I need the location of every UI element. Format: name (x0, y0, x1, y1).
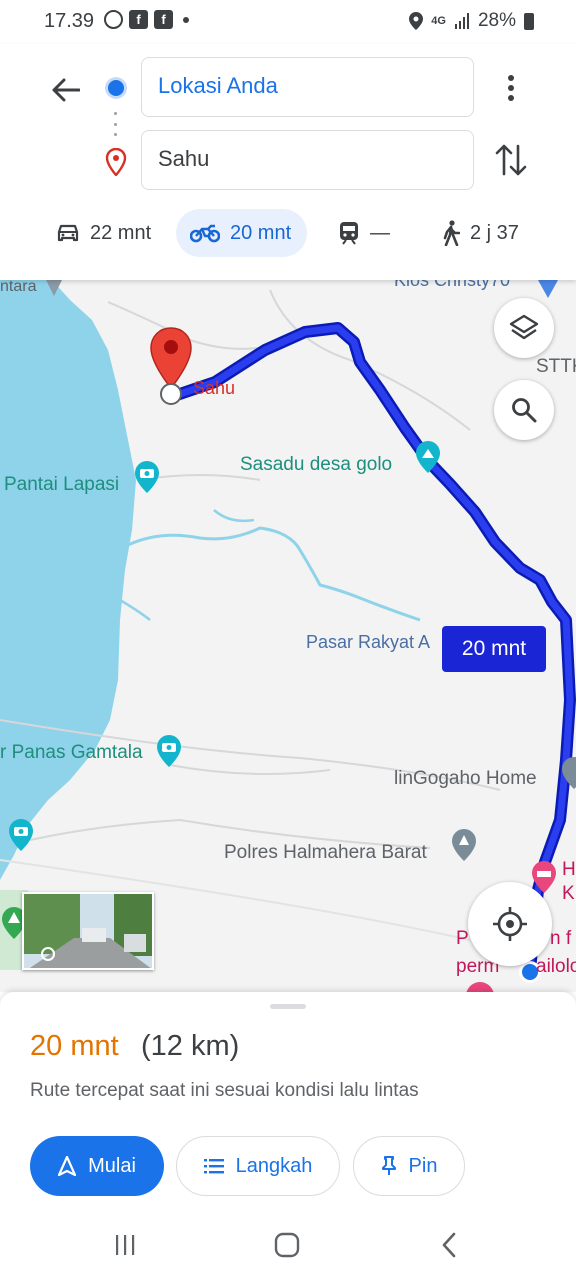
layers-button[interactable] (494, 298, 554, 358)
road-line (169, 764, 331, 775)
river-line (127, 526, 421, 622)
car-icon (57, 224, 79, 242)
recent-apps-icon (116, 1235, 135, 1255)
road-line (269, 289, 471, 431)
camera-poi-icon[interactable] (155, 734, 183, 768)
system-nav-bar (0, 1210, 576, 1280)
home-button[interactable] (272, 1230, 302, 1260)
pin-icon (381, 1156, 396, 1175)
start-label: Mulai (88, 1154, 136, 1177)
status-time: 17.39 (44, 10, 95, 32)
attraction-icon[interactable] (414, 440, 442, 474)
battery-icon (524, 12, 534, 30)
map-label: Kios Christy70 (394, 280, 511, 290)
mode-car-label: 22 mnt (90, 221, 152, 244)
walk-icon (443, 220, 460, 246)
notification-dot (183, 16, 189, 23)
map-label: Sasadu desa golo (240, 454, 393, 475)
motorcycle-icon (190, 224, 220, 243)
mode-motorcycle[interactable]: 20 mnt (176, 209, 307, 257)
police-poi-icon[interactable] (450, 828, 478, 862)
status-bar: 17.39 f f 4G 28% (0, 0, 576, 44)
summary-distance: (12 km) (141, 1030, 240, 1062)
map-label: Polres Halmahera Barat (224, 842, 427, 863)
steps-button[interactable]: Langkah (176, 1136, 340, 1196)
map-label: P (456, 928, 469, 949)
destination-pin-icon (105, 148, 127, 176)
network-type: 4G (431, 15, 446, 27)
map-label: r Panas Gamtala (0, 742, 143, 763)
mode-car[interactable]: 22 mnt (44, 209, 163, 257)
summary-time: 20 mnt (30, 1030, 119, 1062)
home-icon (274, 1232, 300, 1258)
river-line (213, 509, 255, 523)
pin-button[interactable]: Pin (353, 1136, 465, 1196)
origin-dot-icon (108, 80, 124, 96)
whatsapp-icon (104, 10, 123, 29)
map-label: STTK (536, 356, 576, 377)
hotel-poi-icon[interactable] (560, 756, 576, 790)
destination-input[interactable]: Sahu (141, 130, 474, 190)
origin-input[interactable]: Lokasi Anda (141, 57, 474, 117)
back-button[interactable] (48, 72, 84, 108)
map-marker-icon (538, 280, 558, 298)
train-icon (340, 222, 358, 245)
search-icon (512, 398, 537, 423)
mode-transit[interactable]: — (326, 209, 402, 257)
chevron-left-icon (442, 1232, 456, 1258)
street-view-thumbnail[interactable] (22, 892, 154, 970)
destination-marker-icon[interactable] (148, 326, 194, 406)
list-icon (203, 1159, 224, 1174)
crosshair-icon (493, 907, 527, 941)
facebook-icon: f (129, 10, 148, 29)
swap-icon[interactable] (494, 142, 528, 178)
recent-apps-button[interactable] (110, 1230, 140, 1260)
layers-icon (509, 314, 539, 340)
map-label-sahu: Sahu (193, 378, 236, 398)
directions-header: Lokasi Anda Sahu 22 mnt 20 mnt — 2 j 37 (0, 44, 576, 280)
my-location-button[interactable] (468, 882, 552, 966)
map-label: linGogaho Home (394, 768, 537, 789)
map-label: ailolo (536, 956, 576, 977)
notification-icons: f f (104, 10, 189, 29)
map-label: n f (550, 928, 572, 949)
travel-modes: 22 mnt 20 mnt — 2 j 37 (0, 209, 576, 259)
route-connector (114, 112, 118, 136)
map-label: H K (562, 859, 576, 904)
system-icons: 4G 28% (409, 10, 534, 32)
map-label: Pasar Rakyat A (306, 632, 431, 652)
mode-motorcycle-label: 20 mnt (230, 221, 292, 244)
pin-label: Pin (408, 1154, 438, 1177)
steps-label: Langkah (235, 1154, 313, 1177)
camera-poi-icon[interactable] (133, 460, 161, 494)
back-nav-button[interactable] (434, 1230, 464, 1260)
map-label: Pantai Lapasi (4, 474, 120, 495)
mode-walk[interactable]: 2 j 37 (428, 209, 531, 257)
river-line (119, 598, 151, 621)
start-button[interactable]: Mulai (30, 1136, 164, 1196)
battery-percent: 28% (477, 10, 516, 31)
location-icon (409, 12, 424, 30)
signal-icon (454, 13, 469, 29)
map-view[interactable]: ntara Kios Christy70 STTK Sahu Sasadu de… (0, 280, 576, 992)
mode-transit-label: — (370, 221, 390, 244)
summary-description: Rute tercepat saat ini sesuai kondisi la… (30, 1080, 419, 1101)
back-arrow-icon (52, 78, 80, 102)
search-button[interactable] (494, 380, 554, 440)
mode-walk-label: 2 j 37 (470, 221, 519, 244)
facebook-icon: f (154, 10, 173, 29)
sea-area (0, 280, 136, 880)
camera-poi-icon[interactable] (7, 818, 35, 852)
route-time-badge[interactable]: 20 mnt (442, 626, 546, 672)
street-view-image (24, 894, 152, 968)
map-label: ntara (0, 280, 37, 295)
navigation-arrow-icon (58, 1156, 77, 1176)
more-options-icon[interactable] (500, 72, 522, 104)
drag-handle[interactable] (270, 1004, 306, 1009)
route-summary-sheet: 20 mnt (12 km) Rute tercepat saat ini se… (0, 992, 576, 1210)
